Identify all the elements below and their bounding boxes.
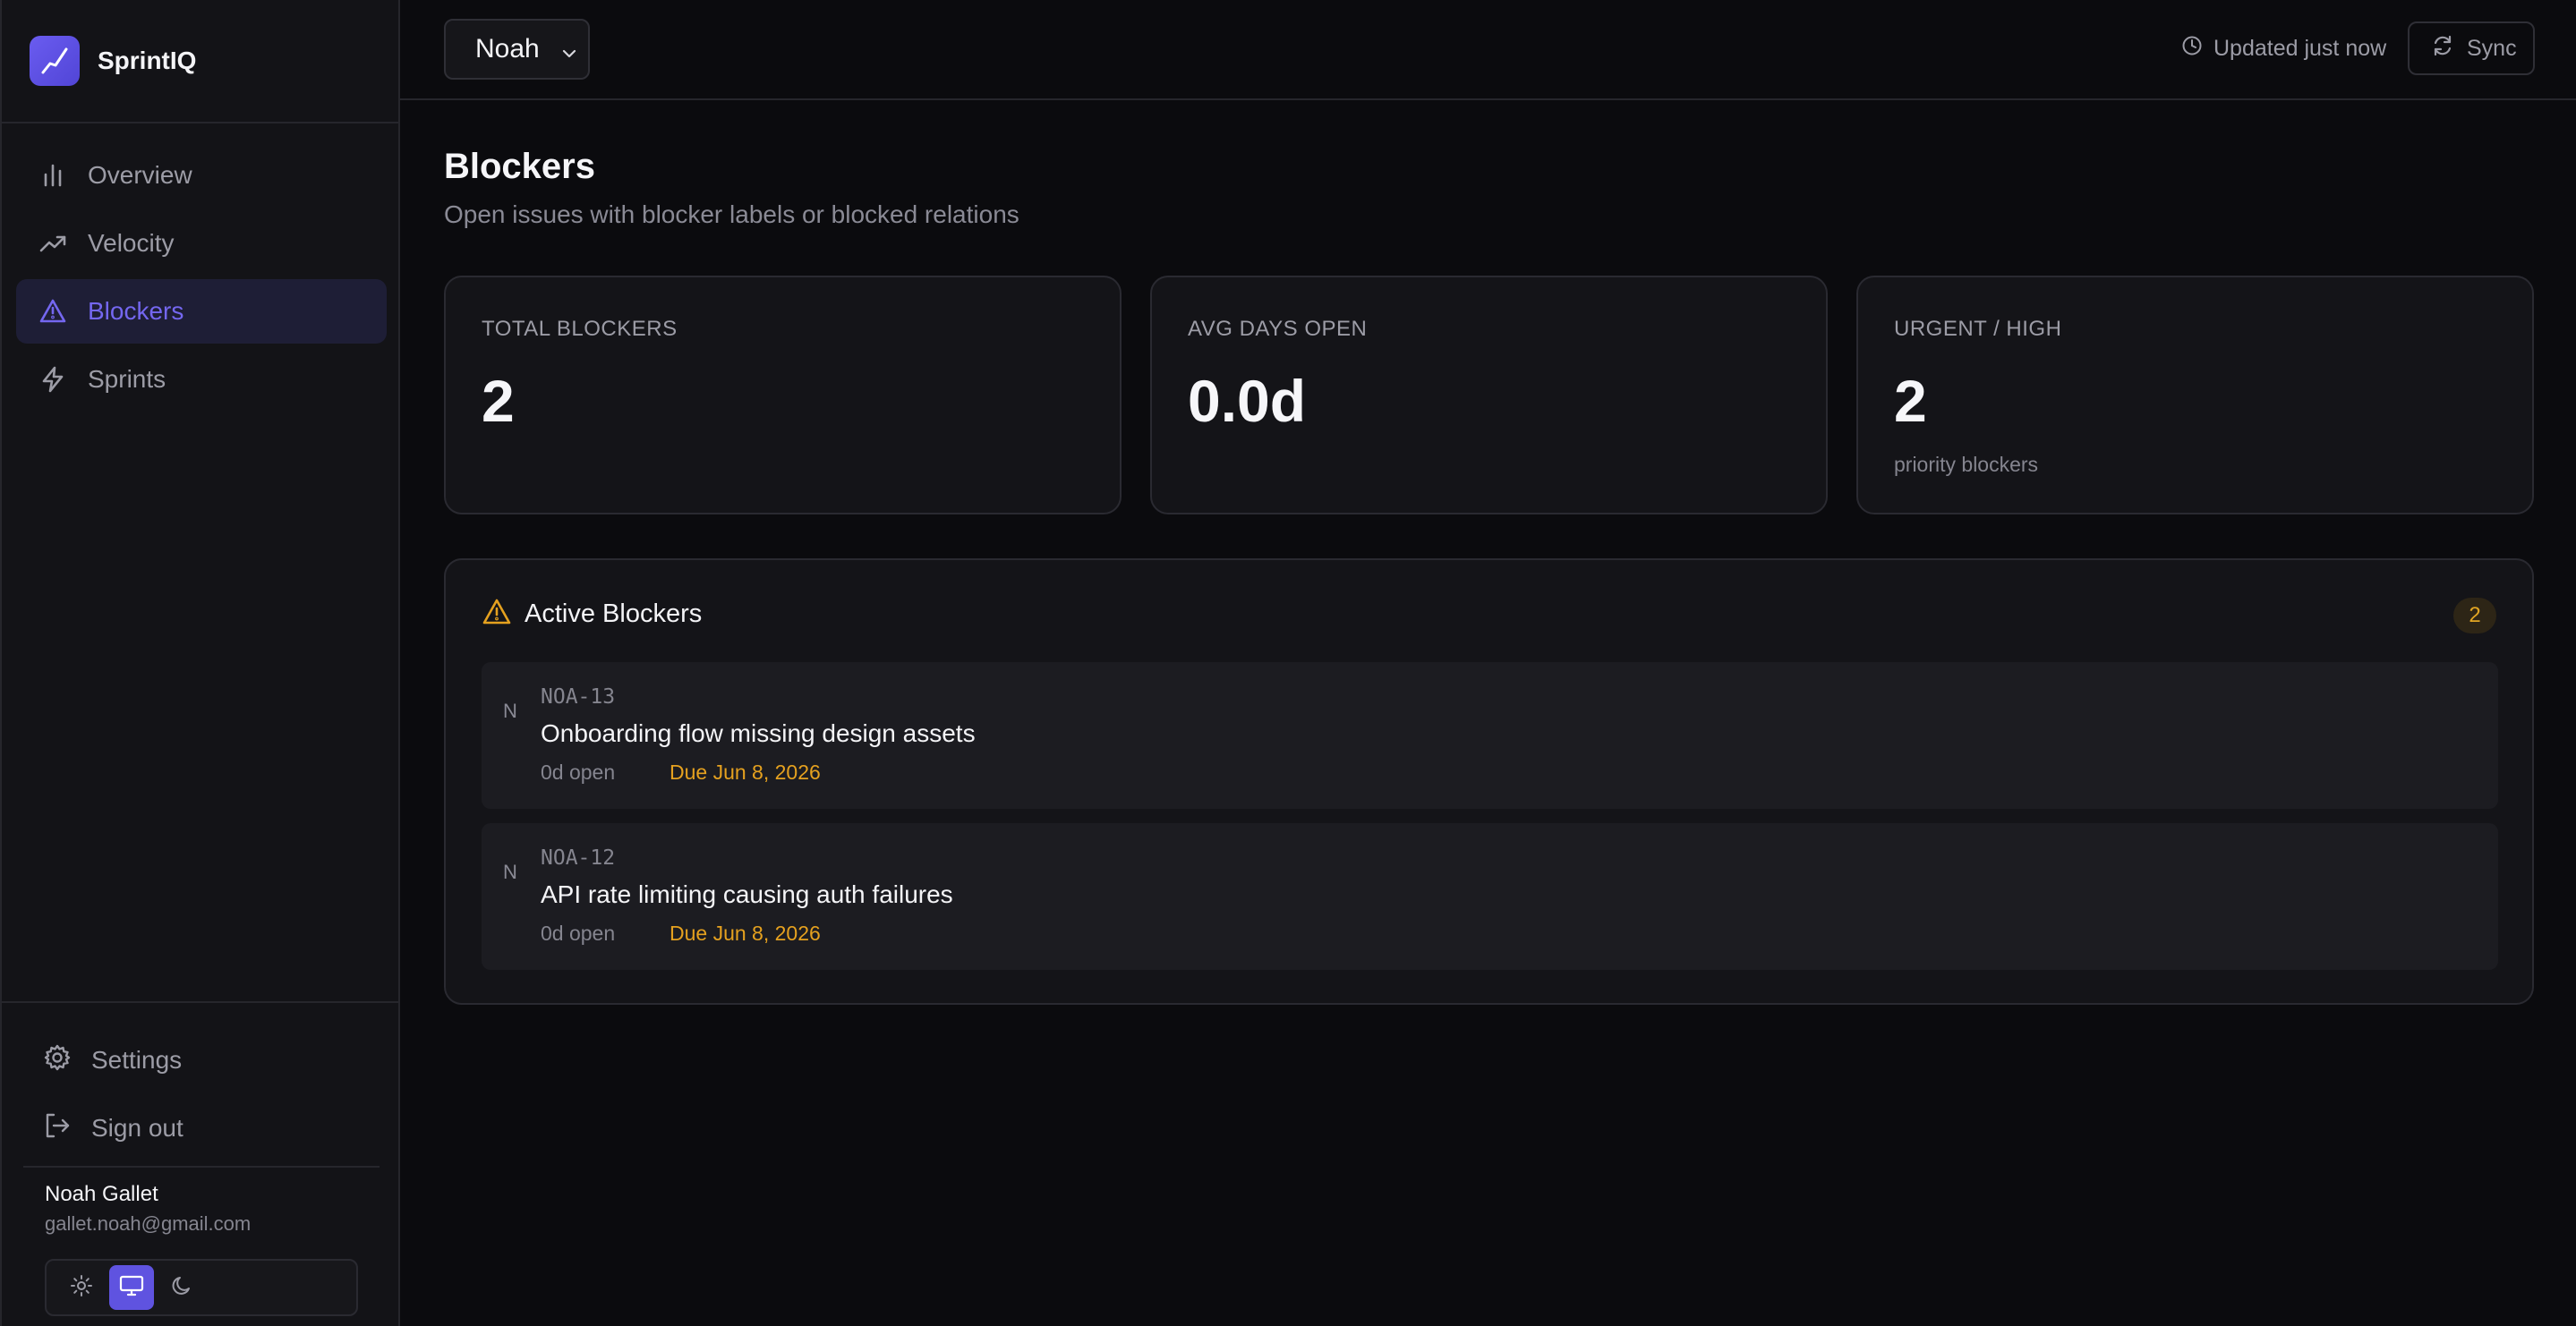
issue-due-date: Due Jun 8, 2026 [670, 922, 821, 945]
theme-light-button[interactable] [59, 1265, 104, 1310]
theme-system-button[interactable] [109, 1265, 154, 1310]
stat-value: 2 [1894, 368, 1927, 434]
sign-out-icon [43, 1111, 72, 1146]
moon-icon [170, 1274, 193, 1302]
stat-label: TOTAL BLOCKERS [482, 317, 678, 341]
theme-dark-button[interactable] [159, 1265, 204, 1310]
stat-label: URGENT / HIGH [1894, 317, 2062, 341]
issue-title: API rate limiting causing auth failures [541, 880, 953, 908]
divider [23, 1166, 380, 1168]
logo-icon [30, 36, 80, 86]
user-name: Noah Gallet [45, 1182, 158, 1206]
sidebar-item-label: Velocity [88, 229, 175, 257]
blocker-list-item[interactable]: N NOA-12 API rate limiting causing auth … [482, 823, 2498, 970]
stat-card-total-blockers: TOTAL BLOCKERS 2 [444, 276, 1122, 514]
app-root: SprintIQ Overview Velocity Blockers Spri… [0, 0, 2576, 1326]
warning-triangle-icon [38, 296, 68, 327]
stat-subtext: priority blockers [1894, 453, 2039, 476]
issue-days-open: 0d open [541, 922, 616, 945]
monitor-icon [119, 1274, 144, 1302]
brand[interactable]: SprintIQ [2, 0, 400, 123]
sidebar: SprintIQ Overview Velocity Blockers Spri… [0, 0, 400, 1326]
bar-chart-icon [38, 160, 68, 191]
sign-out-link[interactable]: Sign out [43, 1109, 183, 1148]
sidebar-footer: Settings Sign out Noah Gallet gallet.noa… [2, 1001, 400, 1326]
sun-icon [70, 1274, 93, 1302]
page-title: Blockers [444, 147, 595, 186]
sidebar-nav: Overview Velocity Blockers Sprints [16, 143, 387, 415]
stat-card-avg-days-open: AVG DAYS OPEN 0.0d [1150, 276, 1828, 514]
issue-key: NOA-13 [541, 685, 616, 709]
stat-card-urgent-high: URGENT / HIGH 2 priority blockers [1856, 276, 2534, 514]
lightning-icon [38, 364, 68, 395]
stat-value: 0.0d [1188, 368, 1307, 434]
gear-icon [43, 1043, 72, 1078]
user-email: gallet.noah@gmail.com [45, 1212, 252, 1235]
warning-triangle-icon [482, 598, 512, 631]
trending-up-icon [38, 228, 68, 259]
chevron-down-icon [559, 40, 579, 71]
assignee-avatar: N [503, 700, 517, 722]
sidebar-item-label: Overview [88, 161, 192, 189]
page-subtitle: Open issues with blocker labels or block… [444, 200, 1019, 228]
last-updated-text: Updated just now [2213, 35, 2387, 61]
issue-key: NOA-12 [541, 846, 616, 870]
count-badge: 2 [2453, 598, 2496, 633]
sidebar-item-label: Blockers [88, 297, 184, 325]
app-name: SprintIQ [98, 47, 197, 74]
stat-value: 2 [482, 368, 515, 434]
stat-label: AVG DAYS OPEN [1188, 317, 1368, 341]
issue-title: Onboarding flow missing design assets [541, 719, 976, 747]
last-updated: Updated just now [2181, 32, 2386, 64]
sidebar-item-sprints[interactable]: Sprints [16, 347, 387, 412]
sign-out-label: Sign out [91, 1114, 183, 1142]
issue-due-date: Due Jun 8, 2026 [670, 761, 821, 784]
blocker-list-item[interactable]: N NOA-13 Onboarding flow missing design … [482, 662, 2498, 809]
sidebar-item-label: Sprints [88, 365, 166, 393]
assignee-avatar: N [503, 861, 517, 883]
active-blockers-panel: Active Blockers 2 N NOA-13 Onboarding fl… [444, 558, 2534, 1005]
sidebar-item-overview[interactable]: Overview [16, 143, 387, 208]
clock-icon [2181, 35, 2203, 63]
top-bar: Noah Updated just now Sync [400, 0, 2576, 100]
sync-button[interactable]: Sync [2408, 21, 2535, 75]
sidebar-item-velocity[interactable]: Velocity [16, 211, 387, 276]
settings-link[interactable]: Settings [43, 1041, 182, 1080]
project-select[interactable]: Noah [444, 19, 590, 80]
refresh-icon [2431, 34, 2454, 64]
theme-switcher [45, 1259, 358, 1316]
sidebar-item-blockers[interactable]: Blockers [16, 279, 387, 344]
panel-header: Active Blockers [482, 598, 702, 631]
project-select-value: Noah [475, 34, 540, 64]
settings-label: Settings [91, 1046, 183, 1074]
panel-title: Active Blockers [525, 599, 703, 628]
sync-label: Sync [2467, 35, 2517, 61]
issue-days-open: 0d open [541, 761, 616, 784]
